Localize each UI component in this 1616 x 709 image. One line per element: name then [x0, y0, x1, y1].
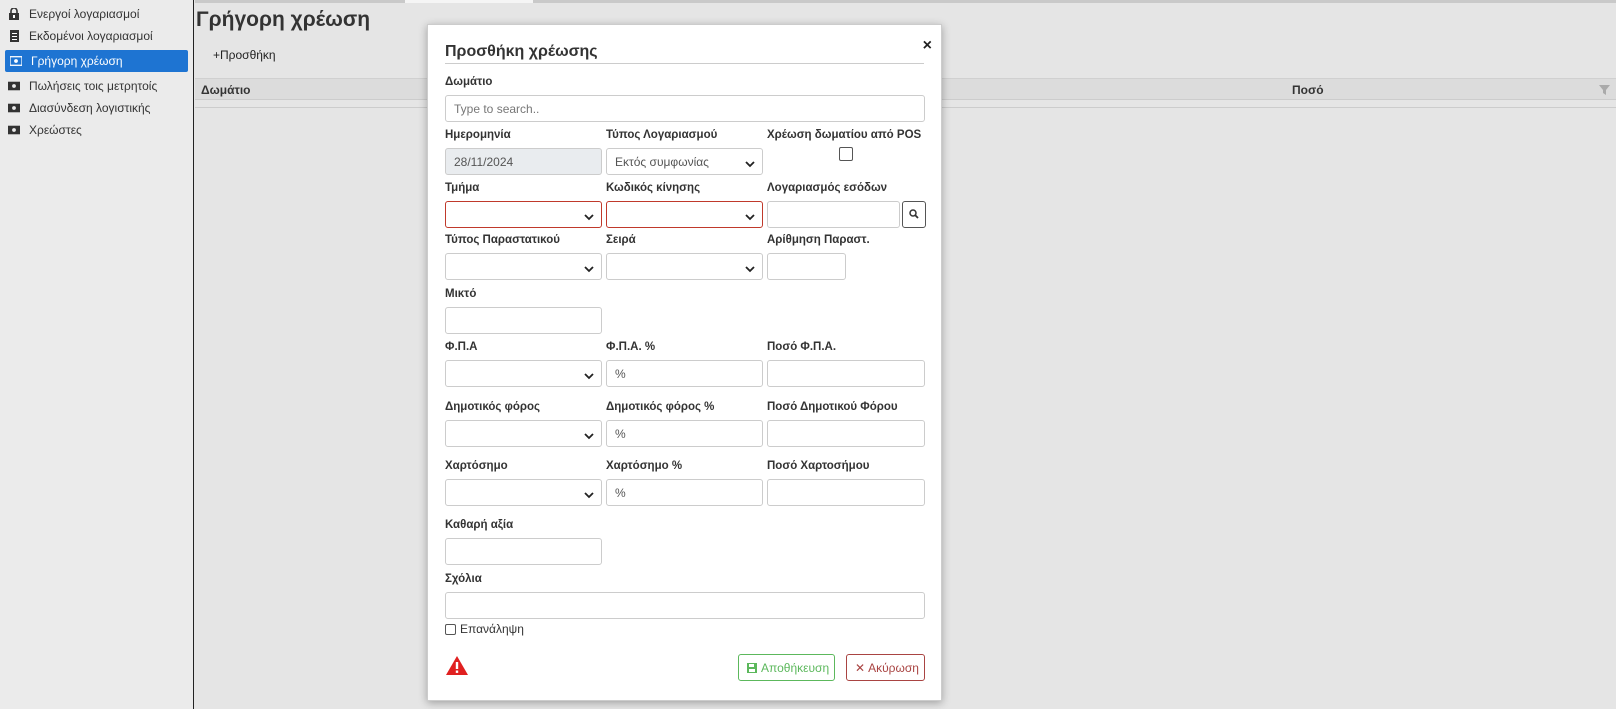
stamp-label: Χαρτόσημο [445, 460, 508, 472]
stamp-pct-input[interactable]: % [606, 479, 763, 506]
movement-code-label: Κωδικός κίνησης [606, 182, 701, 194]
net-value-input[interactable] [445, 538, 602, 565]
vat-label: Φ.Π.Α [445, 341, 478, 353]
municipal-tax-pct-input[interactable]: % [606, 420, 763, 447]
revenue-account-label: Λογαριασμός εσόδων [767, 182, 888, 194]
close-icon[interactable]: × [923, 37, 932, 55]
search-icon [909, 208, 919, 222]
chevron-down-icon [745, 210, 755, 224]
sidebar-item-debtors[interactable]: Χρεώστες [0, 119, 193, 141]
filter-icon[interactable] [1599, 84, 1610, 98]
municipal-tax-pct-label: Δημοτικός φόρος % [606, 401, 715, 413]
money-icon [8, 124, 20, 136]
chevron-down-icon [745, 262, 755, 276]
save-button[interactable]: Αποθήκευση [738, 654, 835, 681]
add-button[interactable]: +Προσθήκη [213, 48, 276, 62]
warning-icon [445, 655, 469, 679]
vat-amount-input[interactable] [767, 360, 925, 387]
search-button[interactable] [902, 201, 926, 228]
sidebar-item-accounting-link[interactable]: Διασύνδεση λογιστικής [0, 97, 193, 119]
vat-pct-label: Φ.Π.Α. % [606, 341, 656, 353]
room-label: Δωμάτιο [445, 76, 493, 88]
sidebar-item-label: Διασύνδεση λογιστικής [29, 101, 151, 115]
vat-amount-label: Ποσό Φ.Π.Α. [767, 341, 837, 353]
pos-charge-label: Χρέωση δωματίου από POS [767, 129, 922, 141]
municipal-tax-amount-input[interactable] [767, 420, 925, 447]
plus-icon: + [213, 48, 221, 62]
movement-code-select[interactable] [606, 201, 763, 228]
pos-charge-checkbox[interactable] [839, 147, 853, 161]
stamp-pct-label: Χαρτόσημο % [606, 460, 683, 472]
chevron-down-icon [584, 369, 594, 383]
stamp-amount-input[interactable] [767, 479, 925, 506]
date-input[interactable]: 28/11/2024 [445, 148, 602, 175]
sidebar-item-issued-accounts[interactable]: Εκδομένοι λογαριασμοί [0, 25, 193, 47]
vat-pct-input[interactable]: % [606, 360, 763, 387]
add-charge-modal: Προσθήκη χρέωσης × Δωμάτιο Type to searc… [427, 24, 942, 701]
chevron-down-icon [584, 210, 594, 224]
doc-number-input[interactable] [767, 253, 846, 280]
department-select[interactable] [445, 201, 602, 228]
doc-number-label: Αρίθμηση Παραστ. [767, 234, 870, 246]
municipal-tax-label: Δημοτικός φόρος [445, 401, 540, 413]
repeat-row: Επανάληψη [445, 622, 524, 636]
room-search-input[interactable]: Type to search.. [445, 95, 925, 122]
money-icon [10, 55, 22, 67]
comments-input[interactable] [445, 592, 925, 619]
close-icon: ✕ [855, 660, 866, 675]
column-header-room[interactable]: Δωμάτιο [201, 83, 251, 97]
save-icon [747, 662, 757, 673]
account-type-value: Εκτός συμφωνίας [615, 154, 709, 169]
money-icon [8, 80, 20, 92]
gross-label: Μικτό [445, 288, 477, 300]
sidebar-item-quick-charge[interactable]: Γρήγορη χρέωση [5, 50, 188, 72]
municipal-tax-amount-label: Ποσό Δημοτικού Φόρου [767, 401, 898, 413]
date-label: Ημερομηνία [445, 129, 511, 141]
chevron-down-icon [584, 488, 594, 502]
gross-input[interactable] [445, 307, 602, 334]
cancel-button[interactable]: ✕ Ακύρωση [846, 654, 925, 681]
doc-type-select[interactable] [445, 253, 602, 280]
top-bar [195, 0, 1616, 3]
modal-title: Προσθήκη χρέωσης [445, 43, 598, 60]
chevron-down-icon [584, 429, 594, 443]
vat-select[interactable] [445, 360, 602, 387]
page-title: Γρήγορη χρέωση [196, 8, 371, 31]
comments-label: Σχόλια [445, 573, 482, 585]
sidebar-item-label: Πωλήσεις τοις μετρητοίς [29, 79, 158, 93]
net-value-label: Καθαρή αξία [445, 519, 514, 531]
stamp-select[interactable] [445, 479, 602, 506]
sidebar-item-active-accounts[interactable]: Ενεργοί λογαριασμοί [0, 3, 193, 25]
divider [445, 63, 924, 64]
column-header-amount[interactable]: Ποσό [1292, 83, 1324, 97]
money-icon [8, 102, 20, 114]
sidebar-item-cash-sales[interactable]: Πωλήσεις τοις μετρητοίς [0, 75, 193, 97]
municipal-tax-select[interactable] [445, 420, 602, 447]
revenue-account-input[interactable] [767, 201, 900, 228]
account-type-label: Τύπος Λογαριασμού [606, 129, 718, 141]
repeat-checkbox[interactable] [445, 623, 456, 635]
repeat-label: Επανάληψη [460, 622, 524, 636]
sidebar-item-label: Γρήγορη χρέωση [31, 54, 123, 68]
department-label: Τμήμα [445, 182, 480, 194]
lock-icon [8, 8, 20, 20]
account-type-select[interactable]: Εκτός συμφωνίας [606, 148, 763, 175]
sidebar-item-label: Χρεώστες [29, 123, 82, 137]
series-label: Σειρά [606, 234, 636, 246]
doc-type-label: Τύπος Παραστατικού [445, 234, 560, 246]
sidebar-item-label: Εκδομένοι λογαριασμοί [29, 29, 153, 43]
chevron-down-icon [745, 157, 755, 171]
series-select[interactable] [606, 253, 763, 280]
stamp-amount-label: Ποσό Χαρτοσήμου [767, 460, 870, 472]
chevron-down-icon [584, 262, 594, 276]
document-icon [8, 30, 20, 42]
sidebar-item-label: Ενεργοί λογαριασμοί [29, 7, 140, 21]
sidebar: Ενεργοί λογαριασμοί Εκδομένοι λογαριασμο… [0, 0, 194, 709]
